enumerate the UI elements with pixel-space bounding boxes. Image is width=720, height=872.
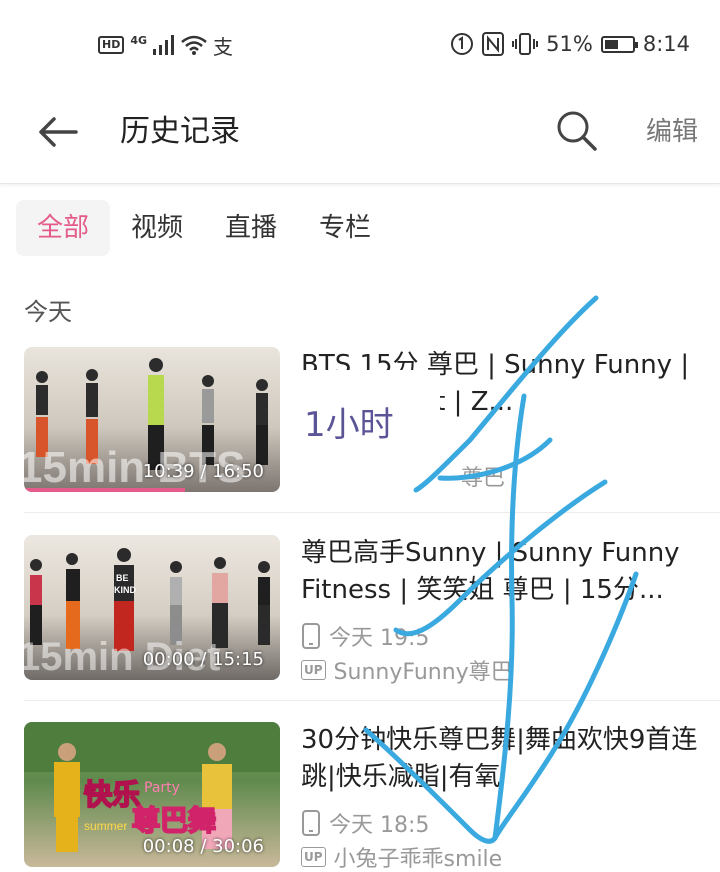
tab-all[interactable]: 全部 — [16, 200, 111, 256]
phone-icon — [302, 810, 320, 836]
video-thumbnail[interactable]: BE KIND 15min Diet 00:00 / 15:15 — [24, 535, 280, 680]
duration-label: 00:00 / 15:15 — [142, 649, 264, 670]
history-item[interactable]: 快乐 Party 尊巴舞 summer 00:08 / 30:06 30分钟快乐… — [24, 722, 720, 872]
edit-button[interactable]: 编辑 — [646, 112, 698, 152]
divider — [24, 700, 720, 701]
duration-label: 10:39 / 16:50 — [142, 461, 264, 482]
svg-text:BE: BE — [116, 573, 129, 583]
filter-tabs: 全部 视频 直播 专栏 — [16, 200, 392, 256]
wifi-icon — [181, 35, 207, 55]
phone-icon — [302, 623, 320, 649]
svg-text:尊巴舞: 尊巴舞 — [132, 804, 216, 837]
up-badge-icon: UP — [301, 660, 326, 680]
item-info: 尊巴高手Sunny | Sunny Funny Fitness | 笑笑姐 尊巴… — [301, 535, 701, 687]
tab-live[interactable]: 直播 — [204, 200, 298, 256]
watch-progress-bar — [24, 488, 186, 492]
page-title: 历史记录 — [120, 114, 240, 149]
time-row: 今天 19:5 — [301, 619, 701, 653]
author-row: UP 小兔子乖乖smile — [301, 840, 701, 872]
clock: 8:14 — [642, 32, 690, 56]
vibrate-icon — [512, 33, 539, 55]
video-title: 尊巴高手Sunny | Sunny Funny Fitness | 笑笑姐 尊巴… — [301, 538, 680, 605]
status-left: HD 4G 支 — [98, 34, 233, 59]
back-arrow-icon[interactable] — [36, 110, 80, 154]
tab-video[interactable]: 视频 — [110, 200, 204, 256]
app-header: 历史记录 编辑 — [0, 88, 720, 184]
video-title: 30分钟快乐尊巴舞|舞曲欢快9首连跳|快乐减脂|有氧 — [301, 725, 698, 792]
section-header-today: 今天 — [24, 298, 72, 326]
author-row: UP SunnyFunny尊巴 — [301, 653, 701, 687]
hd-icon: HD — [98, 36, 125, 54]
battery-percent: 51% — [546, 32, 593, 56]
status-right: 51% 8:14 — [450, 30, 690, 58]
history-item[interactable]: BE KIND 15min Diet 00:00 / 15:15 尊巴高手Sunn… — [24, 535, 720, 685]
status-bar: HD 4G 支 51% 8:14 — [0, 0, 720, 88]
annotation-label: 1小时 — [280, 370, 440, 480]
author-name: 小兔子乖乖smile — [333, 847, 503, 872]
alarm-icon — [451, 33, 474, 55]
battery-icon — [600, 35, 638, 53]
svg-text:Party: Party — [144, 780, 180, 796]
author-name: 尊巴 — [461, 466, 506, 491]
author-name: SunnyFunny尊巴 — [333, 660, 513, 685]
item-info: 30分钟快乐尊巴舞|舞曲欢快9首连跳|快乐减脂|有氧 今天 18:5 UP 小兔… — [301, 722, 701, 872]
time-row: 今天 18:5 — [301, 806, 701, 840]
network-type: 4G — [130, 34, 148, 47]
signal-icon — [153, 35, 175, 55]
watched-time: 今天 19:5 — [329, 626, 430, 651]
payment-icon: 支 — [213, 34, 234, 59]
duration-label: 00:08 / 30:06 — [142, 836, 264, 857]
up-badge-icon: UP — [301, 847, 326, 867]
svg-text:KIND: KIND — [114, 585, 136, 595]
divider — [24, 512, 720, 513]
watched-time: 今天 18:5 — [329, 813, 430, 838]
nfc-icon — [482, 32, 505, 56]
video-thumbnail[interactable]: 快乐 Party 尊巴舞 summer 00:08 / 30:06 — [24, 722, 280, 867]
video-thumbnail[interactable]: 15min BTS 10:39 / 16:50 — [24, 347, 280, 492]
tab-article[interactable]: 专栏 — [298, 200, 392, 256]
svg-text:summer: summer — [84, 819, 127, 833]
search-icon[interactable] — [554, 108, 600, 154]
